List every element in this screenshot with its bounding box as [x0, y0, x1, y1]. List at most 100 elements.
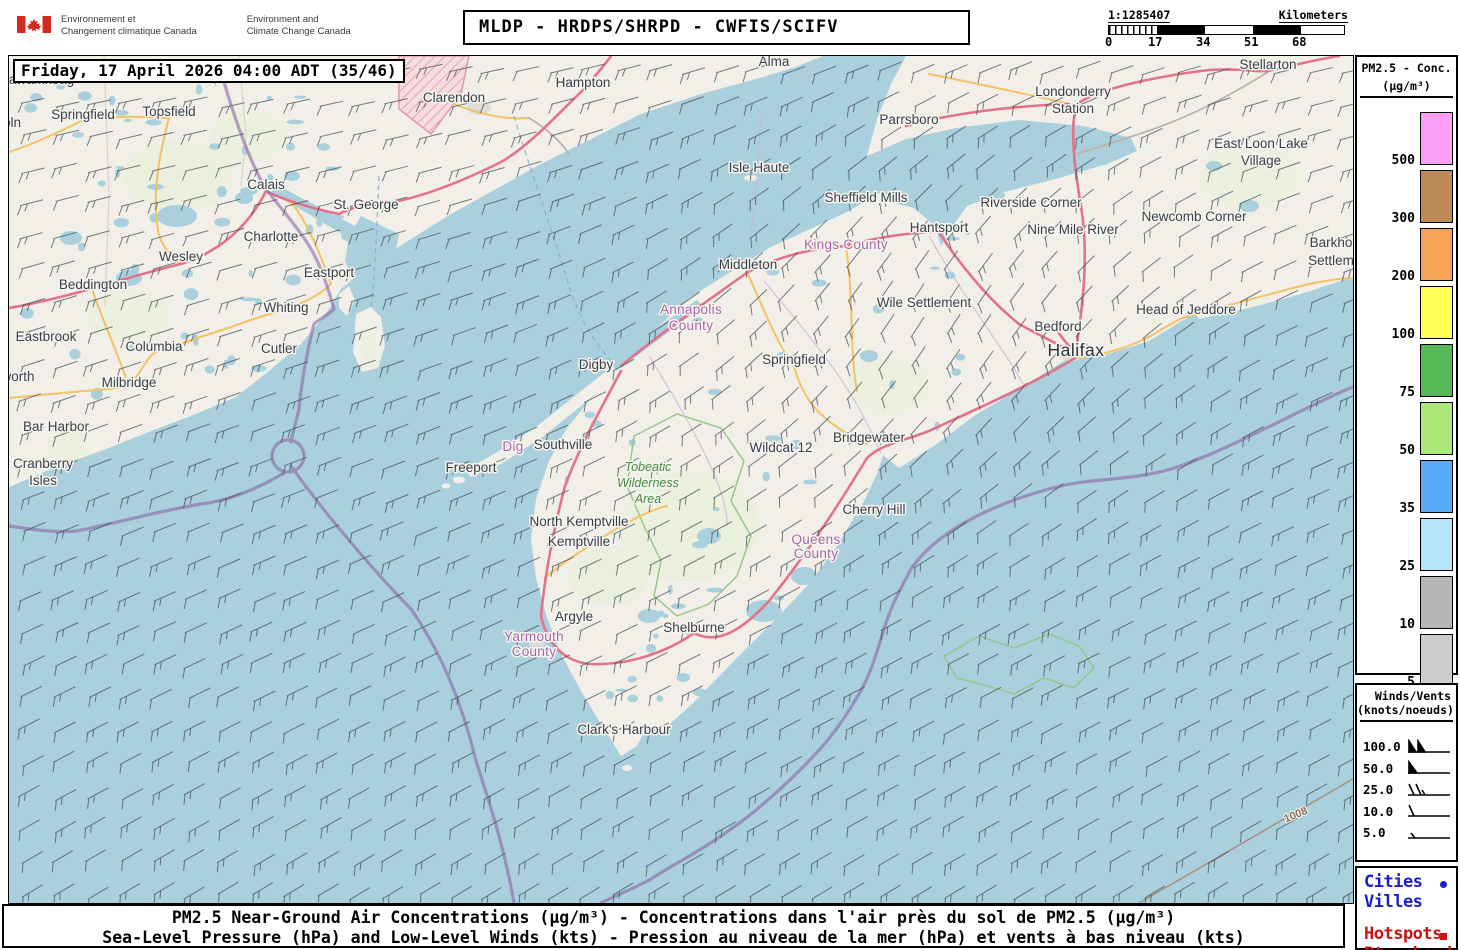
pm25-legend-row: 5 [1357, 634, 1456, 690]
map-label: Yarmouth [504, 629, 564, 644]
pm25-level-value: 25 [1399, 559, 1415, 574]
map-label: Hampton [556, 75, 611, 90]
map-label: Kemptville [548, 534, 610, 549]
map-label: Wile Settlement [877, 295, 972, 310]
winds-legend-row: 50.0 [1357, 758, 1456, 780]
map-label: Cherry Hill [842, 502, 905, 517]
scale-tick: 51 [1244, 35, 1259, 49]
map-label: Sheffield Mills [824, 190, 907, 205]
legend-divider [1360, 96, 1453, 98]
wind-speed-value: 100.0 [1363, 739, 1401, 755]
map-label: Clarendon [423, 90, 485, 105]
pm25-level-value: 75 [1399, 385, 1415, 400]
winds-legend-row: 100.0 [1357, 736, 1456, 758]
map-label: Hantsport [910, 220, 969, 235]
pm25-color-swatch [1420, 634, 1453, 687]
map-label: Halifax [1048, 340, 1105, 360]
map-label: St. George [333, 197, 398, 212]
winds-legend-row: 25.0 [1357, 779, 1456, 801]
logo-text-en: Environment and Climate Change Canada [246, 14, 351, 37]
legend-divider [1360, 720, 1453, 722]
wind-speed-value: 25.0 [1363, 782, 1394, 798]
map-label: Wesley [159, 249, 203, 264]
map-label: County [794, 546, 839, 561]
map-label: Cranberry [13, 456, 73, 471]
hotspot-square-icon [1440, 933, 1447, 940]
pm25-level-value: 50 [1399, 443, 1415, 458]
hotspots-label-fr: Pts chauds [1364, 944, 1460, 950]
map-label: Columbia [125, 339, 183, 354]
map-label: County [512, 644, 557, 659]
scale-tick: 0 [1105, 35, 1113, 49]
pm25-color-swatch [1420, 228, 1453, 281]
scale-tick: 68 [1292, 35, 1307, 49]
map-label: Beddington [59, 277, 127, 292]
map-label: Whiting [263, 300, 308, 315]
winds-legend-units: (knots/noeuds) [1357, 703, 1454, 717]
map-label: Clark's Harbour [577, 722, 671, 737]
hotspots-label-en: Hotspots [1364, 924, 1442, 944]
pm25-level-value: 10 [1399, 617, 1415, 632]
map-label: Eastbrook [16, 329, 77, 344]
map-label: Wilderness [617, 476, 679, 490]
weather-map-page: Environnement et Changement climatique C… [0, 0, 1460, 950]
datetime-text: Friday, 17 April 2026 04:00 ADT (35/46) [21, 61, 397, 80]
pm25-color-swatch [1420, 170, 1453, 223]
markers-legend-panel: Cities Villes Hotspots Pts chauds [1355, 866, 1460, 950]
caption-line1: PM2.5 Near-Ground Air Concentrations (µg… [171, 908, 1176, 927]
scale-tick: 17 [1148, 35, 1163, 49]
pm25-legend-row: 50 [1357, 402, 1456, 458]
map-label: Bedford [1034, 319, 1081, 334]
pm25-level-value: 500 [1391, 153, 1415, 168]
map-label: Isle Haute [729, 160, 790, 175]
pm25-legend-panel: PM2.5 - Conc. (µg/m³) 500 300 200 100 75 50 35… [1355, 55, 1458, 690]
pm25-color-swatch [1420, 460, 1453, 513]
model-title: MLDP - HRDPS/SHRPD - CWFIS/SCIFV [479, 17, 839, 37]
cape-sable-island [622, 765, 632, 771]
pm25-legend-row: 35 [1357, 460, 1456, 516]
map-label: Settlem [1308, 253, 1353, 268]
wind-barb-icon [1408, 832, 1450, 839]
map-label: Parrsboro [879, 112, 938, 127]
map-label: Cutler [261, 341, 298, 356]
map-label: Topsfield [142, 104, 195, 119]
map-label: Eastport [304, 265, 355, 280]
winds-legend-row: 5.0 [1357, 822, 1456, 844]
map-label: Bar Harbor [23, 419, 90, 434]
map-label: Milbridge [102, 375, 157, 390]
map-label: Barkho [1310, 235, 1353, 250]
map-label: County [669, 318, 714, 333]
winds-legend-panel: Winds/Vents (knots/noeuds) 100.0 50.0 25.0… [1355, 683, 1458, 862]
map-canvas: attawamkeagSpringfieldTopsfieldolnCalais… [8, 55, 1354, 904]
map-label: Freeport [445, 460, 496, 475]
pm25-legend-row: 200 [1357, 228, 1456, 284]
map-label: Area [634, 492, 661, 506]
scale-unit: Kilometers [1278, 8, 1348, 23]
map-label: Queens [791, 532, 840, 547]
winds-legend-row: 10.0 [1357, 801, 1456, 823]
map-label: Station [1052, 101, 1094, 116]
wind-speed-value: 50.0 [1363, 760, 1394, 776]
map-label: Stellarton [1239, 57, 1296, 72]
map-label: Londonderry [1035, 84, 1111, 99]
map-label: Isles [29, 473, 57, 488]
map-label: Tobeatic [625, 460, 673, 474]
winds-legend-title: Winds/Vents [1374, 689, 1451, 703]
wind-speed-value: 5.0 [1363, 825, 1386, 841]
pm25-color-swatch [1420, 402, 1453, 455]
map-label: Shelburne [663, 620, 725, 635]
pm25-legend-title: PM2.5 - Conc. [1361, 61, 1452, 75]
map-label: East Loon Lake [1214, 136, 1308, 151]
model-title-box: MLDP - HRDPS/SHRPD - CWFIS/SCIFV [463, 10, 970, 45]
pm25-legend-row: 100 [1357, 286, 1456, 342]
map-label: worth [9, 369, 35, 384]
wind-barb-icon [1408, 738, 1450, 753]
pm25-color-swatch [1420, 518, 1453, 571]
pm25-level-value: 35 [1399, 501, 1415, 516]
wind-barb-icon [1408, 804, 1450, 818]
map-label: Village [1241, 153, 1281, 168]
pm25-legend-row: 75 [1357, 344, 1456, 400]
pm25-level-value: 100 [1391, 327, 1415, 342]
map-label: Head of Jeddore [1136, 302, 1236, 317]
cities-label-en: Cities [1364, 872, 1423, 892]
